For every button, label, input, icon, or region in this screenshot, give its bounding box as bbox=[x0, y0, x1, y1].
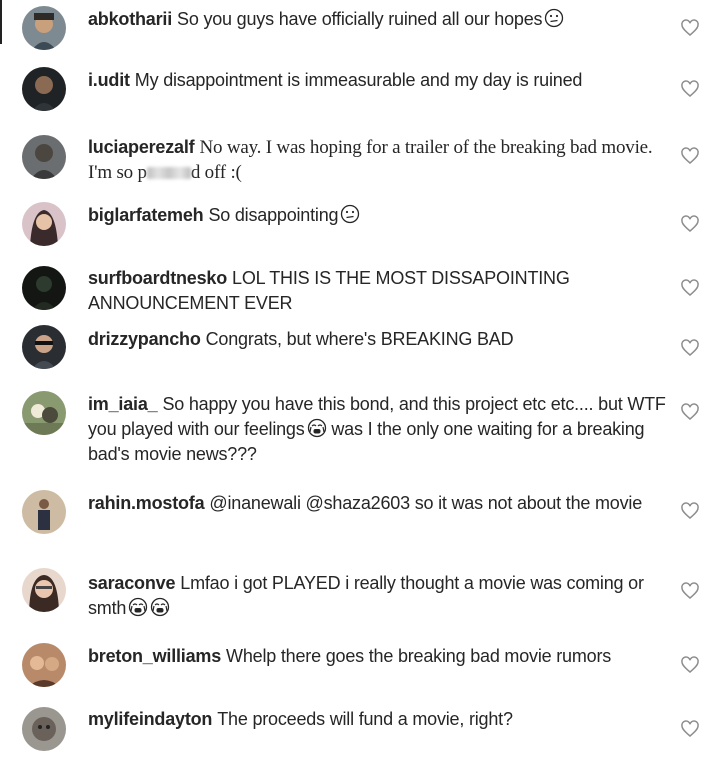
comment-username[interactable]: biglarfatemeh bbox=[88, 205, 204, 225]
crying-face-icon bbox=[128, 597, 148, 617]
heart-outline-icon[interactable] bbox=[680, 214, 700, 234]
heart-outline-icon[interactable] bbox=[680, 719, 700, 739]
comment-body: Congrats, but where's BREAKING BAD bbox=[205, 329, 514, 349]
comment-body: So disappointing bbox=[208, 205, 339, 225]
comment-text: surfboardtnesko LOL THIS IS THE MOST DISS… bbox=[88, 266, 668, 316]
comment-body-continued: d off :( bbox=[190, 162, 242, 183]
heart-outline-icon[interactable] bbox=[680, 501, 700, 521]
heart-outline-icon[interactable] bbox=[680, 581, 700, 601]
comment-text: drizzypancho Congrats, but where's BREAKI… bbox=[88, 327, 668, 352]
comment-username[interactable]: drizzypancho bbox=[88, 329, 201, 349]
avatar[interactable] bbox=[22, 490, 66, 534]
comment-text: abkotharii So you guys have officially ru… bbox=[88, 7, 668, 32]
avatar[interactable] bbox=[22, 568, 66, 612]
comment-username[interactable]: rahin.mostofa bbox=[88, 493, 205, 513]
confused-face-icon bbox=[340, 204, 360, 224]
crying-face-icon bbox=[307, 418, 327, 438]
comment-text: saraconve Lmfao i got PLAYED i really tho… bbox=[88, 571, 668, 621]
comment-text: im_iaia_ So happy you have this bond, and… bbox=[88, 392, 668, 467]
comment-username[interactable]: im_iaia_ bbox=[88, 394, 158, 414]
comment-username[interactable]: luciaperezalf bbox=[88, 137, 195, 157]
avatar[interactable] bbox=[22, 67, 66, 111]
comment-username[interactable]: breton_williams bbox=[88, 646, 221, 666]
crying-face-icon bbox=[150, 597, 170, 617]
heart-outline-icon[interactable] bbox=[680, 338, 700, 358]
heart-outline-icon[interactable] bbox=[680, 18, 700, 38]
confused-face-icon bbox=[544, 8, 564, 28]
heart-outline-icon[interactable] bbox=[680, 278, 700, 298]
avatar[interactable] bbox=[22, 266, 66, 310]
comment-text: rahin.mostofa @inanewali @shaza2603 so it… bbox=[88, 491, 668, 516]
comment-text: breton_williams Whelp there goes the brea… bbox=[88, 644, 668, 669]
comment-text: luciaperezalf No way. I was hoping for a … bbox=[88, 135, 668, 185]
comment-username[interactable]: abkotharii bbox=[88, 9, 172, 29]
comment-username[interactable]: surfboardtnesko bbox=[88, 268, 227, 288]
comment-username[interactable]: mylifeindayton bbox=[88, 709, 212, 729]
comment-body: Whelp there goes the breaking bad movie … bbox=[226, 646, 612, 666]
comment-username[interactable]: saraconve bbox=[88, 573, 175, 593]
avatar[interactable] bbox=[22, 202, 66, 246]
avatar[interactable] bbox=[22, 6, 66, 50]
censored-blur bbox=[146, 167, 191, 179]
comment-text: i.udit My disappointment is immeasurable … bbox=[88, 68, 668, 93]
heart-outline-icon[interactable] bbox=[680, 146, 700, 166]
comment-text: mylifeindayton The proceeds will fund a m… bbox=[88, 707, 668, 732]
heart-outline-icon[interactable] bbox=[680, 402, 700, 422]
heart-outline-icon[interactable] bbox=[680, 655, 700, 675]
comment-body: So you guys have officially ruined all o… bbox=[177, 9, 543, 29]
comment-body: @inanewali @shaza2603 so it was not abou… bbox=[209, 493, 643, 513]
avatar[interactable] bbox=[22, 135, 66, 179]
avatar[interactable] bbox=[22, 643, 66, 687]
comment-username[interactable]: i.udit bbox=[88, 70, 130, 90]
comment-text: biglarfatemeh So disappointing bbox=[88, 203, 668, 228]
avatar[interactable] bbox=[22, 391, 66, 435]
comment-body: The proceeds will fund a movie, right? bbox=[217, 709, 513, 729]
left-divider bbox=[0, 0, 2, 44]
heart-outline-icon[interactable] bbox=[680, 79, 700, 99]
comment-body: My disappointment is immeasurable and my… bbox=[134, 70, 583, 90]
avatar[interactable] bbox=[22, 707, 66, 751]
avatar[interactable] bbox=[22, 325, 66, 369]
